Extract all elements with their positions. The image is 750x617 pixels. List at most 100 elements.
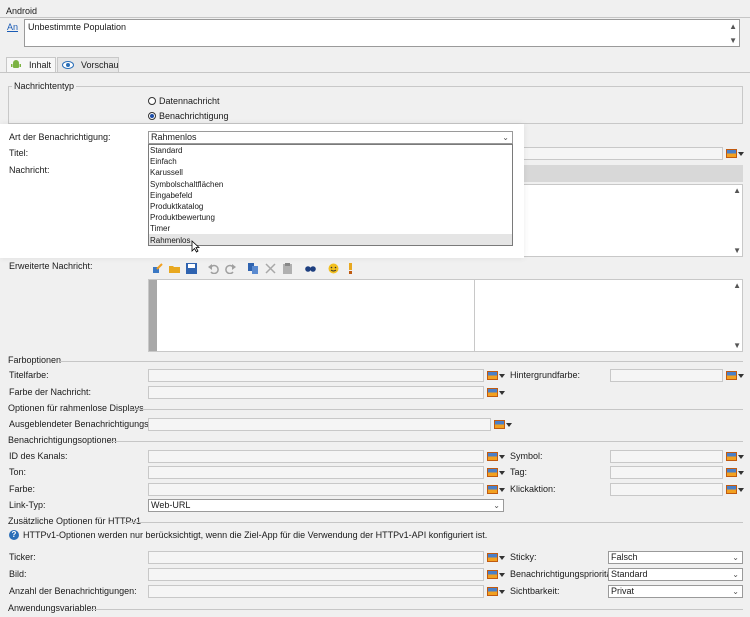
- scroll-up-icon[interactable]: ▲: [733, 186, 741, 195]
- color-picker-icon[interactable]: [494, 420, 505, 429]
- scroll-up-icon[interactable]: ▲: [733, 281, 741, 290]
- count-field[interactable]: [148, 585, 484, 598]
- priority-select[interactable]: Standard ⌄: [608, 568, 743, 581]
- borderless-options-heading: Optionen für rahmenlose Displays: [8, 403, 144, 413]
- notification-type-dropdown-list: [148, 144, 513, 246]
- background-color-label: Hintergrundfarbe:: [510, 370, 581, 380]
- tab-content[interactable]: Inhalt: [6, 57, 56, 72]
- http-options-heading: Zusätzliche Optionen für HTTPv1: [8, 516, 142, 526]
- info-icon: ?: [9, 530, 19, 540]
- scroll-down-icon[interactable]: ▼: [733, 246, 741, 255]
- cut-icon[interactable]: [265, 263, 276, 274]
- sound-label: Ton:: [9, 467, 27, 477]
- notification-type-select[interactable]: Rahmenlos ⌄: [148, 131, 513, 144]
- dropdown-option[interactable]: Produktbewertung: [150, 212, 215, 223]
- dropdown-option[interactable]: Karussell: [150, 167, 183, 178]
- scroll-down-icon[interactable]: ▼: [733, 341, 741, 350]
- message-toolbar: [512, 165, 743, 182]
- paste-icon[interactable]: [282, 263, 293, 274]
- android-icon: [11, 60, 21, 68]
- title-color-label: Titelfarbe:: [9, 370, 49, 380]
- message-type-legend: Nachrichtentyp: [12, 81, 77, 92]
- tag-label: Tag:: [510, 467, 528, 477]
- color-picker-icon[interactable]: [487, 452, 498, 461]
- color-picker-icon[interactable]: [487, 485, 498, 494]
- chevron-down-icon: ⌄: [732, 587, 739, 596]
- scroll-up-icon[interactable]: ▲: [729, 22, 737, 31]
- extended-message-label: Erweiterte Nachricht:: [9, 261, 93, 271]
- pencil-icon[interactable]: [152, 263, 163, 274]
- color-picker-icon[interactable]: [726, 371, 737, 380]
- sticky-select[interactable]: Falsch ⌄: [608, 551, 743, 564]
- notification-options-heading: Benachrichtigungsoptionen: [8, 435, 117, 445]
- dropdown-option-selected[interactable]: Rahmenlos: [150, 235, 190, 246]
- ticker-field[interactable]: [148, 551, 484, 564]
- link-type-select[interactable]: Web-URL ⌄: [148, 499, 504, 512]
- click-action-field[interactable]: [610, 483, 723, 496]
- cursor-icon: [191, 240, 200, 253]
- scroll-down-icon[interactable]: ▼: [729, 36, 737, 45]
- message-editor-right[interactable]: ▲ ▼: [512, 184, 743, 257]
- personalize-icon[interactable]: [345, 263, 356, 274]
- color-picker-icon[interactable]: [487, 553, 498, 562]
- dropdown-option[interactable]: Einfach: [150, 156, 177, 167]
- audience-field[interactable]: Unbestimmte Population ▲ ▼: [24, 19, 740, 47]
- symbol-field[interactable]: [610, 450, 723, 463]
- color-picker-icon[interactable]: [487, 371, 498, 380]
- tab-preview[interactable]: Vorschau: [57, 57, 119, 72]
- dropdown-option[interactable]: Standard: [150, 145, 182, 156]
- visibility-label: Sichtbarkeit:: [510, 586, 560, 596]
- redo-icon[interactable]: [225, 263, 236, 274]
- background-color-field[interactable]: [610, 369, 723, 382]
- section-title-android: Android: [6, 6, 38, 16]
- color-label: Farbe:: [9, 484, 36, 494]
- visibility-select[interactable]: Privat ⌄: [608, 585, 743, 598]
- message-label-overlay: Nachricht:: [9, 165, 50, 175]
- image-field[interactable]: [148, 568, 484, 581]
- sound-field[interactable]: [148, 466, 484, 479]
- folder-icon[interactable]: [169, 263, 180, 274]
- title-field[interactable]: [512, 147, 723, 160]
- dropdown-option[interactable]: Timer: [150, 223, 170, 234]
- editor-toolbar: [150, 261, 360, 275]
- radio-data-message[interactable]: [148, 97, 156, 105]
- notification-type-value: Rahmenlos: [151, 132, 197, 142]
- dropdown-option[interactable]: Produktkatalog: [150, 201, 203, 212]
- sticky-label: Sticky:: [510, 552, 537, 562]
- undo-icon[interactable]: [208, 263, 219, 274]
- find-icon[interactable]: [305, 263, 316, 274]
- title-color-field[interactable]: [148, 369, 484, 382]
- channel-id-field[interactable]: [148, 450, 484, 463]
- tab-preview-label: Vorschau: [81, 60, 119, 70]
- copy-icon[interactable]: [248, 263, 259, 274]
- color-picker-icon[interactable]: [726, 149, 737, 158]
- color-picker-icon[interactable]: [726, 485, 737, 494]
- hidden-style-label: Ausgeblendeter Benachrichtigungsstil:: [9, 419, 163, 429]
- audience-link[interactable]: An: [7, 22, 18, 33]
- extended-message-editor[interactable]: ▲ ▼: [148, 279, 743, 352]
- message-color-label: Farbe der Nachricht:: [9, 387, 92, 397]
- color-picker-icon[interactable]: [726, 452, 737, 461]
- ticker-label: Ticker:: [9, 552, 36, 562]
- color-picker-icon[interactable]: [487, 468, 498, 477]
- tag-field[interactable]: [610, 466, 723, 479]
- hidden-style-field[interactable]: [148, 418, 491, 431]
- chevron-down-icon: ⌄: [732, 553, 739, 562]
- radio-data-message-label: Datennachricht: [159, 96, 220, 106]
- emoji-icon[interactable]: [328, 263, 339, 274]
- title-label-overlay: Titel:: [9, 148, 29, 158]
- priority-value: Standard: [611, 569, 648, 579]
- color-picker-icon[interactable]: [487, 587, 498, 596]
- color-picker-icon[interactable]: [726, 468, 737, 477]
- radio-notification[interactable]: [148, 112, 156, 120]
- color-picker-icon[interactable]: [487, 388, 498, 397]
- save-icon[interactable]: [186, 263, 197, 274]
- dropdown-option[interactable]: Eingabefeld: [150, 190, 192, 201]
- dropdown-option[interactable]: Symbolschaltflächen: [150, 179, 223, 190]
- color-picker-icon[interactable]: [487, 570, 498, 579]
- sticky-value: Falsch: [611, 552, 638, 562]
- count-label: Anzahl der Benachrichtigungen:: [9, 586, 137, 596]
- color-field[interactable]: [148, 483, 484, 496]
- message-color-field[interactable]: [148, 386, 484, 399]
- notification-type-label: Art der Benachrichtigung:: [9, 132, 111, 142]
